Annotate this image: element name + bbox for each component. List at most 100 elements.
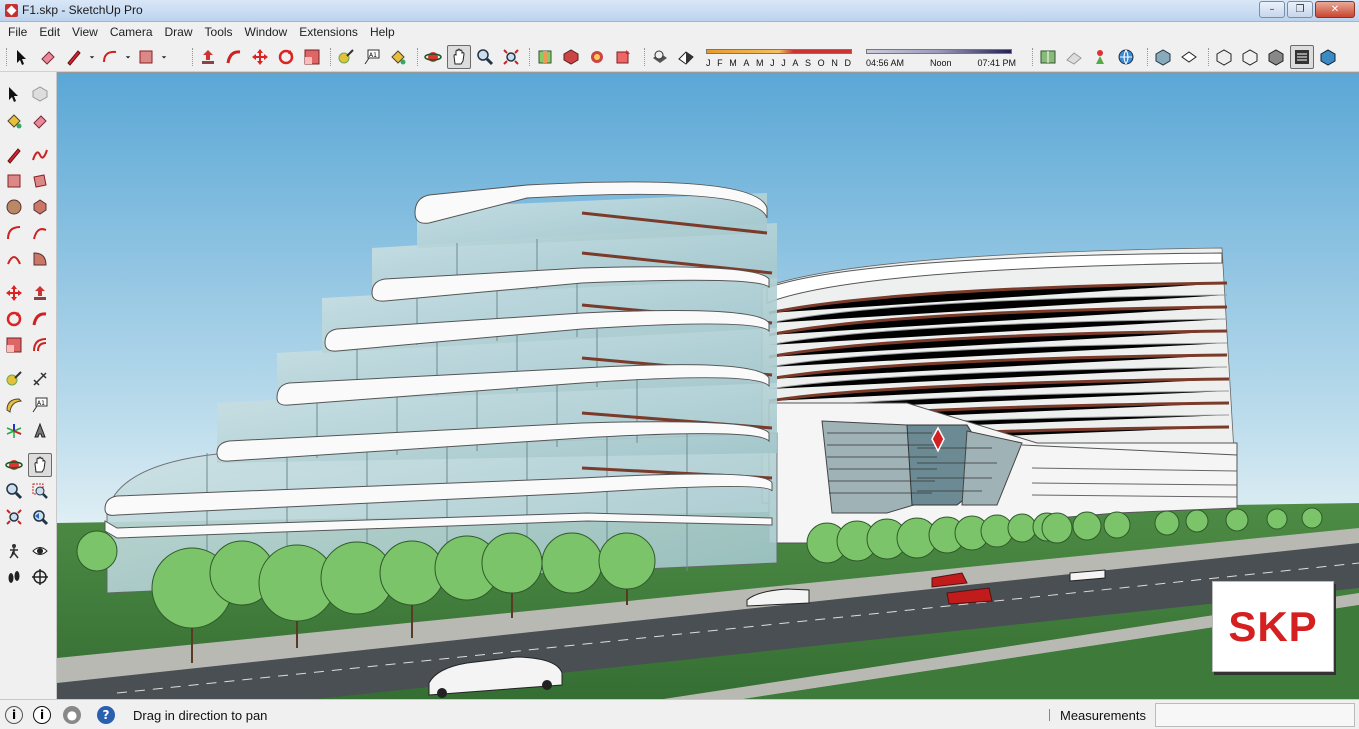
- three-point-arc-icon[interactable]: [2, 247, 26, 271]
- rotate-tool-icon[interactable]: [2, 307, 26, 331]
- make-component-icon[interactable]: [28, 82, 52, 106]
- dimension-tool-icon[interactable]: [28, 367, 52, 391]
- menu-extensions[interactable]: Extensions: [293, 23, 364, 41]
- 3d-text-icon[interactable]: [28, 419, 52, 443]
- menu-edit[interactable]: Edit: [33, 23, 66, 41]
- look-around-icon[interactable]: [28, 539, 52, 563]
- add-location-icon[interactable]: [1036, 45, 1060, 69]
- components-icon[interactable]: [559, 45, 583, 69]
- hidden-line-style-icon[interactable]: [1264, 45, 1288, 69]
- previous-view-icon[interactable]: [28, 505, 52, 529]
- follow-me-tool-icon[interactable]: [222, 45, 246, 69]
- toolbar-group-styles: [1208, 45, 1342, 69]
- circle-tool-icon[interactable]: [2, 195, 26, 219]
- menu-help[interactable]: Help: [364, 23, 401, 41]
- menu-tools[interactable]: Tools: [199, 23, 239, 41]
- protractor-icon[interactable]: [2, 393, 26, 417]
- push-pull-tool-icon[interactable]: [196, 45, 220, 69]
- tape-measure-icon[interactable]: [2, 367, 26, 391]
- two-point-arc-icon[interactable]: [28, 221, 52, 245]
- toolbar-group-draw: [6, 45, 170, 69]
- date-slider-track[interactable]: [706, 49, 852, 54]
- close-button[interactable]: ✕: [1315, 1, 1355, 18]
- shadows-toggle-icon[interactable]: [648, 45, 672, 69]
- zoom-tool-icon[interactable]: [473, 45, 497, 69]
- restore-button[interactable]: ❐: [1287, 1, 1313, 18]
- photo-textures-icon[interactable]: [1088, 45, 1112, 69]
- dropdown-arrow-icon[interactable]: [124, 45, 132, 69]
- walk-tool-icon[interactable]: [2, 565, 26, 589]
- toolbar-group-location: [1032, 45, 1140, 69]
- time-slider-track[interactable]: [866, 49, 1012, 54]
- month-label: O: [817, 58, 826, 68]
- tape-measure-tool-icon[interactable]: [334, 45, 358, 69]
- zoom-window-icon[interactable]: [28, 479, 52, 503]
- push-pull-tool-icon[interactable]: [28, 281, 52, 305]
- follow-me-tool-icon[interactable]: [28, 307, 52, 331]
- freehand-tool-icon[interactable]: [28, 143, 52, 167]
- pan-tool-icon[interactable]: [447, 45, 471, 69]
- move-tool-icon[interactable]: [248, 45, 272, 69]
- rotate-tool-icon[interactable]: [274, 45, 298, 69]
- line-tool-icon[interactable]: [2, 143, 26, 167]
- top-view-icon[interactable]: [1177, 45, 1201, 69]
- zoom-extents-tool-icon[interactable]: [499, 45, 523, 69]
- dropdown-arrow-icon[interactable]: [88, 45, 96, 69]
- menu-camera[interactable]: Camera: [104, 23, 159, 41]
- help-instructor-icon[interactable]: ?: [97, 706, 115, 724]
- model-viewport[interactable]: SKP: [57, 72, 1359, 699]
- geo-globe-icon[interactable]: [1114, 45, 1138, 69]
- section-plane-icon[interactable]: [28, 565, 52, 589]
- orbit-tool-icon[interactable]: [2, 453, 26, 477]
- wireframe-style-icon[interactable]: [1238, 45, 1262, 69]
- paint-bucket-tool-icon[interactable]: [386, 45, 410, 69]
- rotated-rectangle-icon[interactable]: [28, 169, 52, 193]
- geo-location-icon[interactable]: i: [5, 706, 23, 724]
- arc-tool-icon[interactable]: [98, 45, 122, 69]
- offset-tool-icon[interactable]: [28, 333, 52, 357]
- shaded-textures-style-icon[interactable]: [1316, 45, 1340, 69]
- minimize-button[interactable]: –: [1259, 1, 1285, 18]
- toggle-terrain-icon[interactable]: [1062, 45, 1086, 69]
- xray-style-icon[interactable]: [1212, 45, 1236, 69]
- pan-tool-icon[interactable]: [28, 453, 52, 477]
- user-account-icon[interactable]: ●: [63, 706, 81, 724]
- measurements-input[interactable]: [1155, 703, 1355, 727]
- menu-view[interactable]: View: [66, 23, 104, 41]
- fog-toggle-icon[interactable]: [674, 45, 698, 69]
- rectangle-tool-icon[interactable]: [134, 45, 158, 69]
- menu-file[interactable]: File: [2, 23, 33, 41]
- text-tool-icon[interactable]: A1: [360, 45, 384, 69]
- scale-tool-icon[interactable]: [2, 333, 26, 357]
- zoom-extents-icon[interactable]: [2, 505, 26, 529]
- pie-tool-icon[interactable]: [28, 247, 52, 271]
- section-plane-icon[interactable]: [533, 45, 557, 69]
- iso-view-icon[interactable]: [1151, 45, 1175, 69]
- shadow-date-slider[interactable]: J F M A M J J A S O N D: [706, 45, 856, 71]
- zoom-tool-icon[interactable]: [2, 479, 26, 503]
- 3d-warehouse-icon[interactable]: [585, 45, 609, 69]
- menu-window[interactable]: Window: [239, 23, 294, 41]
- select-tool-icon[interactable]: [2, 82, 26, 106]
- axes-tool-icon[interactable]: [2, 419, 26, 443]
- dropdown-arrow-icon[interactable]: [160, 45, 168, 69]
- pencil-tool-icon[interactable]: [62, 45, 86, 69]
- paint-bucket-icon[interactable]: [2, 109, 26, 133]
- window-controls: – ❐ ✕: [1259, 1, 1355, 18]
- credits-info-icon[interactable]: i: [33, 706, 51, 724]
- move-tool-icon[interactable]: [2, 281, 26, 305]
- shaded-style-icon[interactable]: [1290, 45, 1314, 69]
- select-tool-icon[interactable]: [10, 45, 34, 69]
- orbit-tool-icon[interactable]: [421, 45, 445, 69]
- shadow-time-slider[interactable]: 04:56 AM Noon 07:41 PM: [866, 45, 1016, 71]
- extension-warehouse-icon[interactable]: [611, 45, 635, 69]
- polygon-tool-icon[interactable]: [28, 195, 52, 219]
- arc-tool-icon[interactable]: [2, 221, 26, 245]
- eraser-tool-icon[interactable]: [36, 45, 60, 69]
- text-tool-icon[interactable]: A1: [28, 393, 52, 417]
- eraser-icon[interactable]: [28, 109, 52, 133]
- scale-tool-icon[interactable]: [300, 45, 324, 69]
- position-camera-icon[interactable]: [2, 539, 26, 563]
- rectangle-tool-icon[interactable]: [2, 169, 26, 193]
- menu-draw[interactable]: Draw: [159, 23, 199, 41]
